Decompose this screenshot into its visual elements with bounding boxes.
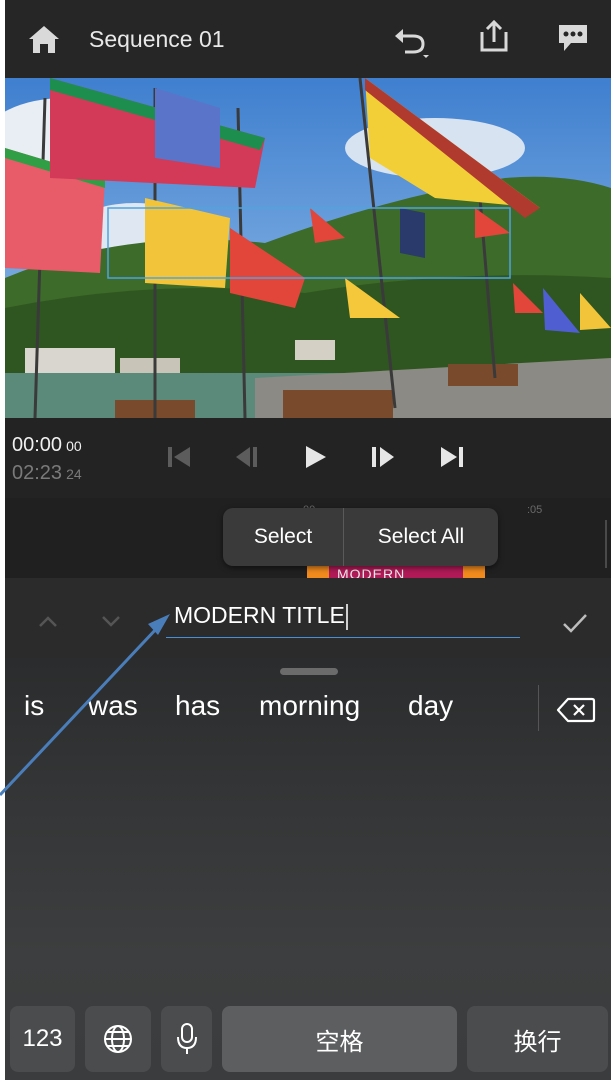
next-frame-icon[interactable] <box>366 441 400 473</box>
total-time-text: 02:23 <box>12 462 63 484</box>
skip-to-start-icon[interactable] <box>162 441 196 473</box>
top-bar: Sequence 01 <box>5 0 611 78</box>
current-timecode: 00:00 00 <box>12 434 82 457</box>
globe-key[interactable] <box>85 1006 151 1072</box>
text-context-menu: Select Select All <box>223 508 498 566</box>
delete-icon[interactable] <box>556 696 596 724</box>
select-all-option[interactable]: Select All <box>344 508 498 566</box>
select-option[interactable]: Select <box>223 508 344 566</box>
return-key[interactable]: 换行 <box>467 1006 608 1072</box>
home-icon[interactable] <box>27 24 61 54</box>
chevron-down-icon[interactable] <box>99 612 123 630</box>
skip-to-end-icon[interactable] <box>435 441 469 473</box>
numbers-key[interactable]: 123 <box>10 1006 75 1072</box>
keyboard-grabber[interactable] <box>280 668 338 675</box>
globe-icon <box>104 1025 132 1053</box>
suggestion-word[interactable]: day <box>408 690 453 722</box>
space-key[interactable]: 空格 <box>222 1006 457 1072</box>
sequence-title[interactable]: Sequence 01 <box>89 26 225 53</box>
chevron-up-icon[interactable] <box>36 612 60 630</box>
suggestion-word[interactable]: morning <box>259 690 360 722</box>
feedback-icon[interactable] <box>556 22 590 54</box>
microphone-icon <box>176 1023 197 1054</box>
current-time-text: 00:00 <box>12 434 63 456</box>
total-frames: 24 <box>66 466 82 482</box>
text-caret <box>345 603 348 630</box>
microphone-key[interactable] <box>161 1006 212 1072</box>
suggestion-divider <box>538 685 539 731</box>
total-timecode: 02:23 24 <box>12 462 82 485</box>
app-screen: Sequence 01 00:00 00 02:23 24:05 MODERN… <box>5 0 611 1080</box>
suggestion-word[interactable]: was <box>88 690 138 722</box>
check-icon[interactable] <box>561 610 589 636</box>
video-preview[interactable] <box>5 78 611 418</box>
preview-frame <box>5 78 611 418</box>
title-text-value: MODERN TITLE <box>174 602 345 628</box>
undo-icon[interactable] <box>391 24 431 58</box>
suggestion-word[interactable]: has <box>175 690 220 722</box>
previous-frame-icon[interactable] <box>230 441 264 473</box>
suggestion-word[interactable]: is <box>24 690 44 722</box>
title-text-input[interactable]: MODERN TITLE <box>166 598 520 638</box>
share-icon[interactable] <box>478 20 510 52</box>
ruler-label: :05 <box>527 504 543 516</box>
timeline-scroll-indicator <box>605 520 607 568</box>
play-icon[interactable] <box>298 441 332 473</box>
current-frames: 00 <box>66 438 82 454</box>
